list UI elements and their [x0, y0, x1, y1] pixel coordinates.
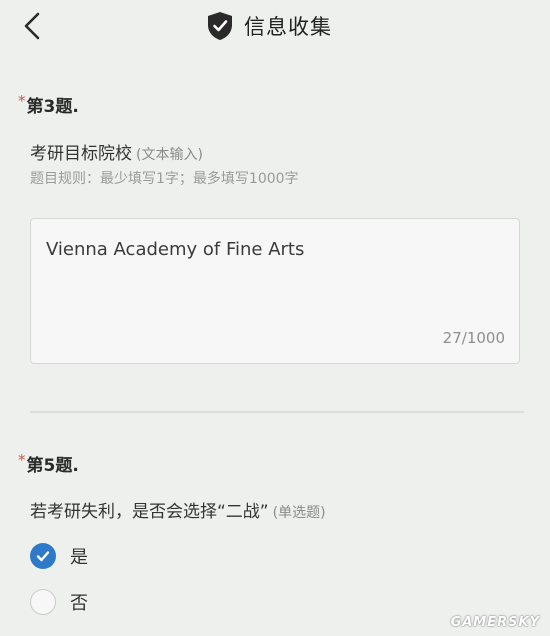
answer-value: Vienna Academy of Fine Arts: [46, 239, 305, 260]
watermark: GAMERSKY: [450, 615, 540, 630]
back-button[interactable]: [18, 10, 48, 42]
question-3-title: 考研目标院校: [30, 144, 132, 164]
option-yes[interactable]: 是: [30, 540, 88, 572]
divider: [30, 411, 524, 413]
page-title-group: 信息收集: [206, 10, 332, 42]
question-5-number-label: 第5题.: [26, 456, 79, 476]
question-3-number-label: 第3题.: [26, 97, 79, 117]
question-3-rule: 题目规则：最少填写1字；最多填写1000字: [30, 171, 299, 187]
option-yes-label: 是: [70, 547, 88, 568]
question-5-type: (单选题): [272, 505, 326, 521]
page-title: 信息收集: [244, 15, 332, 39]
radio-unchecked[interactable]: [30, 589, 56, 615]
question-5-number: *第5题.: [18, 451, 79, 476]
chevron-left-icon: [24, 12, 40, 40]
question-3-type: (文本输入): [136, 147, 203, 163]
option-no[interactable]: 否: [30, 586, 88, 618]
required-mark: *: [18, 451, 26, 469]
shield-check-icon: [208, 12, 232, 40]
character-counter: 27/1000: [442, 329, 505, 347]
question-5-text: 若考研失利，是否会选择“二战” (单选题): [30, 497, 326, 522]
header-bar: 信息收集: [0, 0, 550, 56]
required-mark: *: [18, 92, 26, 110]
question-3-text: 考研目标院校 (文本输入): [30, 139, 203, 164]
question-5-title: 若考研失利，是否会选择“二战”: [30, 502, 269, 522]
option-no-label: 否: [70, 593, 88, 614]
checkmark-icon: [36, 551, 50, 562]
radio-checked[interactable]: [30, 543, 56, 569]
answer-text-input[interactable]: Vienna Academy of Fine Arts 27/1000: [30, 218, 520, 364]
question-3-number: *第3题.: [18, 92, 79, 117]
